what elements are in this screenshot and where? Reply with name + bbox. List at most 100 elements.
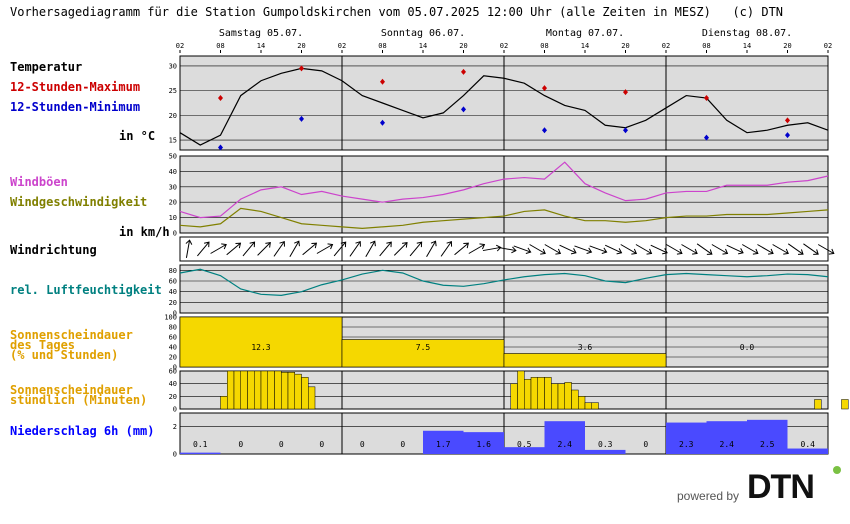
precip-bar (585, 449, 626, 454)
hourly-sun-bar (517, 370, 525, 410)
hourly-sun-bar (524, 378, 532, 410)
hourly-sun-bar (267, 370, 275, 410)
brand-powered-by: powered by (677, 489, 740, 503)
precip-bar (666, 422, 707, 454)
precip-bar (544, 421, 585, 454)
hourly-sun-bar (814, 399, 822, 410)
y-tick-label: 25 (169, 87, 177, 95)
precip-value: 0.5 (517, 440, 532, 449)
precip-value: 0 (319, 440, 324, 449)
hour-tick-label: 08 (378, 42, 386, 50)
day-label: Sonntag 06.07. (381, 28, 465, 39)
hourly-sun-bar (274, 370, 282, 410)
y-tick-label: 60 (169, 368, 177, 376)
precip-bar (706, 421, 747, 454)
daily-sun-value: 3.6 (578, 343, 593, 352)
precip-value: 0 (400, 440, 405, 449)
precip-value: 0 (643, 440, 648, 449)
precip-value: 0.1 (193, 440, 208, 449)
y-tick-label: 0 (173, 406, 177, 414)
hourly-sun-bar (240, 370, 248, 410)
hour-tick-label: 02 (662, 42, 670, 50)
hour-tick-label: 08 (702, 42, 710, 50)
hour-tick-label: 20 (783, 42, 791, 50)
daily-sun-value: 0.0 (740, 343, 755, 352)
hourly-sun-bar (281, 372, 289, 410)
y-tick-label: 100 (164, 314, 177, 322)
hour-tick-label: 14 (581, 42, 589, 50)
y-tick-label: 20 (169, 199, 177, 207)
y-tick-label: 2 (173, 423, 177, 431)
y-tick-label: 20 (169, 393, 177, 401)
hour-tick-label: 08 (540, 42, 548, 50)
hourly-sun-bar (551, 383, 559, 410)
hour-tick-label: 20 (621, 42, 629, 50)
y-tick-label: 15 (169, 137, 177, 145)
precip-value: 0 (238, 440, 243, 449)
hourly-sun-bar (571, 389, 579, 410)
daily-sun-value: 7.5 (416, 343, 431, 352)
hourly-sun-bar (287, 372, 295, 410)
precip-value: 1.7 (436, 440, 451, 449)
y-tick-label: 80 (169, 324, 177, 332)
daily-sun-bar (503, 353, 667, 368)
dtn-logo: DTN (747, 468, 815, 506)
precip-value: 0 (279, 440, 284, 449)
hour-tick-label: 02 (500, 42, 508, 50)
hourly-sun-bar (220, 396, 228, 410)
day-label: Dienstag 08.07. (702, 28, 792, 39)
hourly-sun-bar (584, 402, 592, 410)
hourly-sun-bar (510, 383, 518, 410)
hourly-sun-bar (260, 370, 268, 410)
y-tick-label: 30 (169, 62, 177, 70)
precip-value: 1.6 (477, 440, 492, 449)
hourly-sun-bar (544, 377, 552, 410)
precip-value: 2.4 (558, 440, 573, 449)
precip-value: 2.3 (679, 440, 694, 449)
daily-sun-bar (179, 316, 343, 368)
y-tick-label: 20 (169, 299, 177, 307)
forecast-chart: Samstag 05.07. Sonntag 06.07. Montag 07.07… (164, 28, 849, 459)
hour-tick-label: 08 (216, 42, 224, 50)
y-tick-label: 30 (169, 183, 177, 191)
hour-tick-label: 02 (824, 42, 832, 50)
dtn-logo-text: DTN (747, 468, 815, 506)
precip-bar (180, 452, 221, 454)
hourly-sun-bar (294, 373, 302, 410)
y-tick-label: 50 (169, 153, 177, 161)
dtn-logo-dot (833, 466, 841, 474)
precip-bar (787, 448, 828, 454)
hourly-sun-bar (247, 370, 255, 410)
hourly-sun-bar (578, 396, 586, 410)
precip-value: 0.3 (598, 440, 613, 449)
y-tick-label: 80 (169, 267, 177, 275)
y-tick-label: 40 (169, 288, 177, 296)
hourly-sun-bar (308, 386, 316, 410)
y-tick-label: 40 (169, 380, 177, 388)
hour-tick-label: 20 (459, 42, 467, 50)
y-tick-label: 20 (169, 112, 177, 120)
hourly-sun-bar (301, 377, 309, 410)
precip-value: 2.5 (760, 440, 775, 449)
hourly-sun-bar (233, 370, 241, 410)
daily-sun-value: 12.3 (251, 343, 270, 352)
y-tick-label: 20 (169, 354, 177, 362)
day-label: Montag 07.07. (546, 28, 624, 39)
hour-tick-label: 02 (338, 42, 346, 50)
y-tick-label: 40 (169, 344, 177, 352)
y-tick-label: 60 (169, 334, 177, 342)
hour-tick-label: 20 (297, 42, 305, 50)
hour-tick-label: 14 (257, 42, 265, 50)
precip-value: 2.4 (720, 440, 735, 449)
hourly-sun-bar (530, 377, 538, 410)
hourly-sun-bar (591, 402, 599, 410)
hourly-sun-bar (254, 370, 262, 410)
hourly-sun-bar (564, 382, 572, 410)
hourly-sun-bar (537, 377, 545, 410)
y-tick-label: 60 (169, 278, 177, 286)
y-tick-label: 0 (173, 230, 177, 238)
hourly-sun-bar (841, 399, 849, 410)
hour-tick-label: 02 (176, 42, 184, 50)
hour-tick-label: 14 (743, 42, 751, 50)
day-label: Samstag 05.07. (219, 28, 303, 39)
